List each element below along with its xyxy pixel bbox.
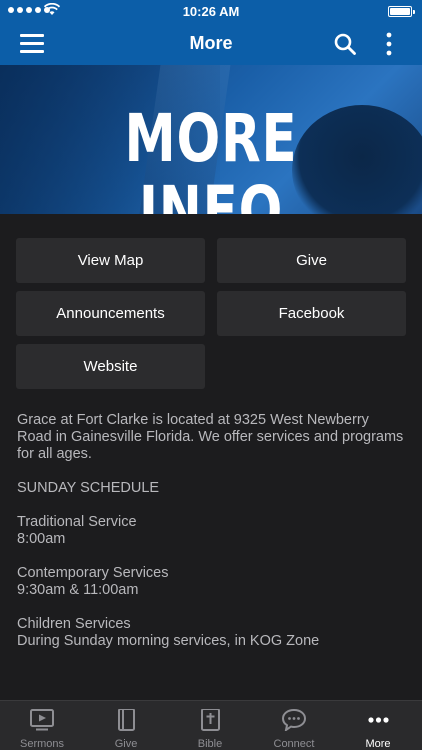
book-icon [118, 709, 135, 731]
website-button[interactable]: Website [16, 344, 205, 389]
battery-icon [388, 6, 415, 17]
status-time: 10:26 AM [182, 4, 240, 19]
bible-icon [201, 709, 220, 731]
more-dots-icon [368, 717, 389, 723]
give-button[interactable]: Give [217, 238, 406, 283]
children-service-detail: During Sunday morning services, in KOG Z… [17, 633, 320, 649]
schedule-heading: SUNDAY SCHEDULE [17, 480, 160, 496]
traditional-service-time: 8:00am [17, 531, 66, 547]
tab-sermons[interactable]: Sermons [0, 701, 84, 750]
tab-label: Connect [273, 738, 315, 750]
view-map-button[interactable]: View Map [16, 238, 205, 283]
banner-image: MORE INFO [0, 65, 422, 214]
main-content: View Map Give Announcements Facebook Web… [0, 214, 422, 700]
contemporary-service-label: Contemporary Services [17, 565, 169, 581]
tab-label: Sermons [19, 738, 65, 750]
tab-bible[interactable]: Bible [168, 701, 252, 750]
status-bar: 10:26 AM [0, 0, 422, 22]
tab-give[interactable]: Give [84, 701, 168, 750]
banner-title: MORE INFO [124, 100, 298, 215]
facebook-button[interactable]: Facebook [217, 291, 406, 336]
tab-label: Give [114, 738, 138, 750]
announcements-button[interactable]: Announcements [16, 291, 205, 336]
search-icon[interactable] [333, 32, 357, 56]
nav-bar: More [0, 22, 422, 65]
church-description: Grace at Fort Clarke is located at 9325 … [17, 412, 404, 462]
tab-label: Bible [197, 738, 223, 750]
traditional-service-label: Traditional Service [17, 514, 137, 530]
tab-label: More [365, 738, 391, 750]
contemporary-service-time: 9:30am & 11:00am [17, 582, 139, 598]
chat-bubble-icon [281, 709, 307, 731]
more-options-icon[interactable] [378, 31, 400, 57]
tab-bar: Sermons Give Bible Connect More [0, 700, 422, 750]
tab-connect[interactable]: Connect [252, 701, 336, 750]
children-service-label: Children Services [17, 616, 131, 632]
tab-more[interactable]: More [336, 701, 422, 750]
tv-icon [30, 709, 54, 731]
page-title: More [189, 33, 233, 53]
